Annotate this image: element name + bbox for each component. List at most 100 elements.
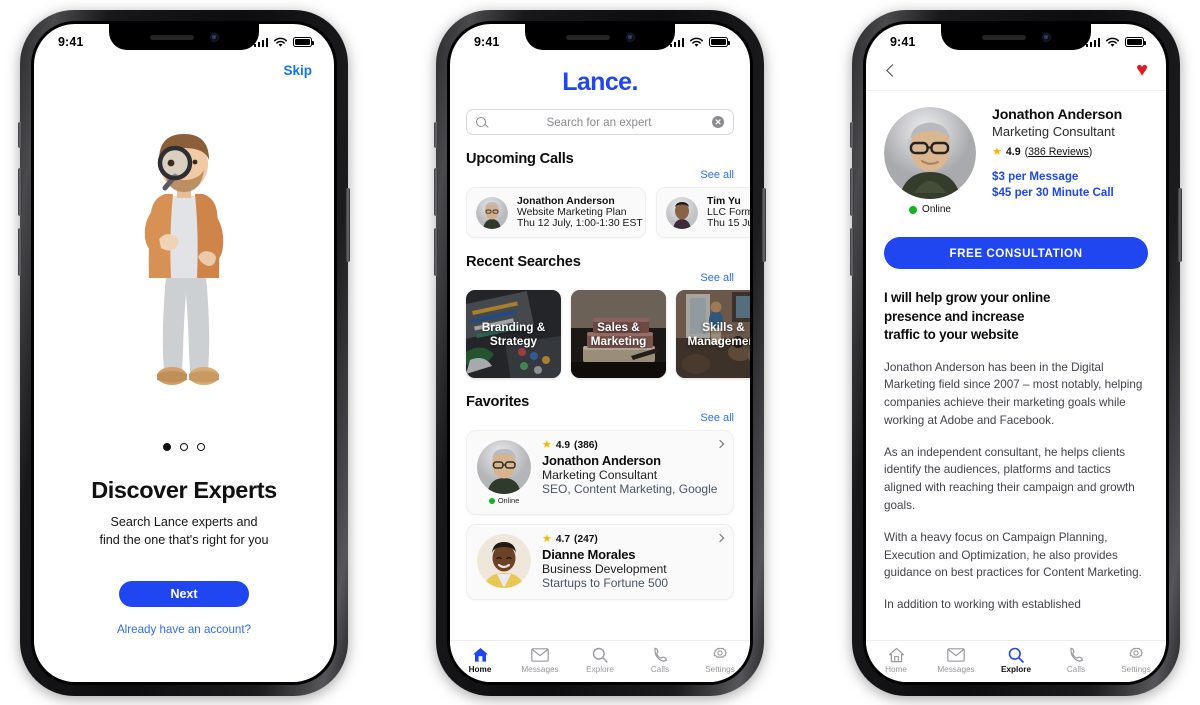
section-title: Recent Searches bbox=[466, 254, 581, 270]
phone-onboarding: 9:41 Skip Discover Experts Search Lance … bbox=[18, 10, 350, 696]
pager-dot-1[interactable] bbox=[163, 442, 171, 451]
volume-up-button[interactable] bbox=[850, 168, 854, 216]
see-all-recent-searches[interactable]: See all bbox=[700, 272, 734, 284]
tab-explore[interactable]: Explore bbox=[573, 646, 627, 674]
notch bbox=[941, 24, 1091, 50]
skip-button[interactable]: Skip bbox=[283, 63, 312, 78]
phone-home: 9:41 Lance. Search for an expert ✕ Upcom… bbox=[434, 10, 766, 696]
favorite-expert-card[interactable]: ★ 4.7 (247) Dianne Morales Business Deve… bbox=[466, 524, 734, 600]
call-details: Tim Yu LLC Formation Thu 15 July bbox=[707, 196, 750, 229]
upcoming-call-card[interactable]: Jonathon Anderson Website Marketing Plan… bbox=[466, 187, 646, 238]
tab-home[interactable]: Home bbox=[869, 646, 923, 674]
phone-bezel: 9:41 Skip Discover Experts Search Lance … bbox=[31, 21, 337, 685]
call-topic: LLC Formation bbox=[707, 207, 750, 218]
earpiece-speaker bbox=[149, 34, 194, 40]
home-scroll-area[interactable]: Lance. Search for an expert ✕ Upcoming C… bbox=[450, 54, 750, 640]
category-card-skills[interactable]: Skills & Management bbox=[676, 290, 750, 378]
rating-value: 4.7 bbox=[555, 534, 571, 545]
next-button[interactable]: Next bbox=[119, 581, 249, 607]
recent-searches-row[interactable]: Branding & Strategy Sales & Marketing Sk… bbox=[450, 290, 750, 378]
battery-icon bbox=[293, 37, 314, 47]
tab-messages[interactable]: Messages bbox=[513, 646, 567, 674]
expert-details: ★ 4.9 (386) Jonathon Anderson Marketing … bbox=[542, 440, 723, 505]
clear-icon[interactable]: ✕ bbox=[712, 116, 724, 128]
star-icon: ★ bbox=[542, 533, 552, 545]
pager-dot-2[interactable] bbox=[180, 442, 188, 451]
avatar bbox=[884, 107, 976, 199]
category-label: Skills & Management bbox=[687, 319, 750, 348]
section-header-recent-searches: Recent Searches See all bbox=[450, 254, 750, 284]
envelope-icon bbox=[531, 646, 549, 663]
call-expert-name: Tim Yu bbox=[707, 196, 741, 207]
expert-role: Marketing Consultant bbox=[992, 124, 1115, 139]
volume-up-button[interactable] bbox=[434, 168, 438, 216]
free-consultation-button[interactable]: FREE CONSULTATION bbox=[884, 237, 1148, 269]
avatar-with-status: Online bbox=[884, 107, 976, 215]
pager-dot-3[interactable] bbox=[197, 442, 205, 451]
section-title: Favorites bbox=[466, 394, 530, 410]
volume-down-button[interactable] bbox=[18, 228, 22, 276]
home-icon bbox=[888, 646, 905, 663]
bio-paragraph: With a heavy focus on Campaign Planning,… bbox=[884, 530, 1142, 580]
volume-down-button[interactable] bbox=[434, 228, 438, 276]
reviews-link[interactable]: (386 Reviews) bbox=[1025, 146, 1093, 158]
see-all-favorites[interactable]: See all bbox=[700, 412, 734, 424]
bio-paragraph: In addition to working with established bbox=[884, 598, 1081, 612]
tab-settings[interactable]: Settings bbox=[693, 646, 747, 674]
mute-switch[interactable] bbox=[434, 122, 438, 148]
already-have-account-link[interactable]: Already have an account? bbox=[34, 623, 334, 636]
tagline-line-1: I will help grow your online bbox=[884, 290, 1051, 305]
rating: ★ 4.9 (386 Reviews) bbox=[992, 146, 1122, 158]
category-card-branding[interactable]: Branding & Strategy bbox=[466, 290, 561, 378]
profile-content: ♥ Online Jonathon Anderson Marketing Con… bbox=[866, 24, 1166, 682]
section-header-upcoming-calls: Upcoming Calls See all bbox=[450, 151, 750, 181]
wifi-icon bbox=[274, 37, 287, 47]
page-title: Discover Experts bbox=[91, 476, 277, 503]
online-label: Online bbox=[497, 496, 520, 505]
mute-switch[interactable] bbox=[850, 122, 854, 148]
power-button[interactable] bbox=[1178, 188, 1182, 262]
volume-down-button[interactable] bbox=[850, 228, 854, 276]
call-time: Thu 15 July bbox=[707, 218, 750, 229]
mute-switch[interactable] bbox=[18, 122, 22, 148]
avatar bbox=[476, 196, 508, 229]
profile-nav-bar: ♥ bbox=[866, 54, 1166, 90]
status-indicators bbox=[1085, 37, 1146, 48]
expert-details: ★ 4.7 (247) Dianne Morales Business Deve… bbox=[542, 533, 723, 591]
back-icon[interactable] bbox=[886, 63, 899, 77]
phone-icon bbox=[652, 646, 668, 663]
profile-scroll-area[interactable]: Online Jonathon Anderson Marketing Consu… bbox=[866, 90, 1166, 640]
upcoming-calls-row[interactable]: Jonathon Anderson Website Marketing Plan… bbox=[450, 187, 750, 238]
favorite-expert-card[interactable]: Online ★ 4.9 (386) Jonathon Anderson Mar… bbox=[466, 430, 734, 515]
section-title: Upcoming Calls bbox=[466, 151, 574, 167]
tab-calls[interactable]: Calls bbox=[1049, 646, 1103, 674]
expert-name: Jonathon Anderson bbox=[542, 453, 661, 468]
see-all-upcoming-calls[interactable]: See all bbox=[700, 169, 734, 181]
power-button[interactable] bbox=[346, 188, 350, 262]
pager-dots[interactable] bbox=[34, 442, 334, 451]
tab-calls[interactable]: Calls bbox=[633, 646, 687, 674]
tab-explore[interactable]: Explore bbox=[989, 646, 1043, 674]
upcoming-call-card[interactable]: Tim Yu LLC Formation Thu 15 July bbox=[656, 187, 750, 238]
tab-settings[interactable]: Settings bbox=[1109, 646, 1163, 674]
section-header-favorites: Favorites See all bbox=[450, 394, 750, 424]
tab-home[interactable]: Home bbox=[453, 646, 507, 674]
app-logo: Lance. bbox=[562, 68, 638, 96]
volume-up-button[interactable] bbox=[18, 168, 22, 216]
category-label: Branding & Strategy bbox=[481, 319, 546, 348]
search-icon bbox=[476, 117, 486, 127]
bio-paragraph: As an independent consultant, he helps c… bbox=[884, 445, 1135, 512]
category-card-sales[interactable]: Sales & Marketing bbox=[571, 290, 666, 378]
online-label: Online bbox=[922, 204, 951, 215]
tab-bar: Home Messages Explore Calls Settings bbox=[450, 640, 750, 682]
tab-messages[interactable]: Messages bbox=[929, 646, 983, 674]
status-clock: 9:41 bbox=[474, 35, 500, 49]
power-button[interactable] bbox=[762, 188, 766, 262]
search-input[interactable]: Search for an expert ✕ bbox=[466, 109, 734, 135]
front-camera-icon bbox=[625, 32, 635, 42]
heart-filled-icon[interactable]: ♥ bbox=[1136, 60, 1148, 80]
subtitle-line-1: Search Lance experts and bbox=[110, 514, 258, 529]
phone-profile: 9:41 ♥ Online Jonathon Anderson Marketin… bbox=[850, 10, 1182, 696]
pricing: $3 per Message $45 per 30 Minute Call bbox=[992, 169, 1122, 202]
wifi-icon bbox=[1106, 37, 1119, 47]
